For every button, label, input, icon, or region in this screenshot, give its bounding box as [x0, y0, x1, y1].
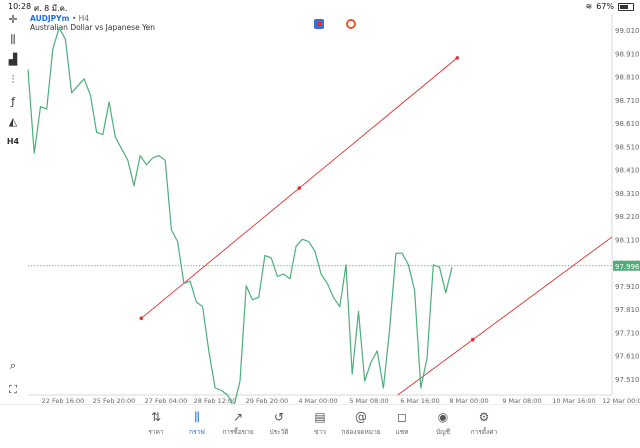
nav-chart-label: กราฟ — [189, 428, 205, 436]
time-tick-label: 25 Feb 20:00 — [93, 397, 136, 404]
price-tick-label: 98.610 — [615, 120, 640, 128]
function-icon[interactable]: ƒ — [4, 94, 22, 110]
price-tick-label: 97.610 — [615, 353, 640, 361]
trendline-2-anchor — [470, 337, 475, 342]
nav-trade-icon: ↗ — [232, 410, 244, 424]
time-tick-label: 6 Mar 16:00 — [400, 397, 439, 404]
trendline-1-anchor-mid — [297, 186, 302, 190]
timeframe-label[interactable]: H4 — [4, 134, 22, 150]
one-click-icon[interactable]: ⛶ — [4, 382, 22, 398]
trendline-1-anchor-start — [139, 316, 144, 321]
price-tick-label: 98.510 — [615, 143, 640, 151]
price-tick-label: 97.810 — [615, 306, 640, 314]
time-tick-label: 29 Feb 20:00 — [246, 397, 289, 404]
nav-trade[interactable]: ↗ การซื้อขาย — [218, 409, 258, 437]
price-tick-label: 97.510 — [615, 376, 640, 384]
nav-mailbox-icon: @ — [355, 410, 367, 424]
nav-settings[interactable]: ⚙ การตั้งค่า — [464, 409, 504, 437]
trendline-2 — [397, 236, 612, 395]
magnifier-icon[interactable]: ⌕ — [4, 358, 22, 374]
nav-quotes[interactable]: ⇅ ราคา — [136, 409, 176, 437]
left-toolbar: ✛ ⫼ ▟ ⫶ ƒ ◭ H4 ⌕ ⛶ — [0, 12, 26, 404]
nav-chart-icon: ⫼ — [194, 410, 200, 424]
crosshair-icon[interactable]: ✛ — [4, 12, 22, 28]
time-tick-label: 4 Mar 00:00 — [298, 397, 337, 404]
price-tick-label: 97.910 — [615, 283, 640, 291]
nav-chat-label: แชท — [395, 428, 409, 436]
nav-chat-icon: ◻ — [397, 410, 407, 424]
price-tick-label: 98.410 — [615, 167, 640, 175]
price-tick-label: 98.910 — [615, 50, 640, 58]
nav-mailbox[interactable]: @ กล่องจดหมาย — [341, 409, 381, 437]
nav-news[interactable]: ▤ ข่าว — [300, 409, 340, 437]
price-tick-label: 98.310 — [615, 190, 640, 198]
time-tick-label: 27 Feb 04:00 — [145, 397, 188, 404]
bottom-nav: ⇅ ราคา ⫼ กราฟ ↗ การซื้อขาย ↺ ประวัติ ▤ ข่าว @ กล่อง… — [0, 404, 640, 448]
candles-icon[interactable]: ⫼ — [4, 32, 22, 48]
price-tick-label: 98.810 — [615, 74, 640, 82]
current-price-label: 97.996 — [615, 263, 640, 271]
nav-quotes-label: ราคา — [148, 428, 164, 436]
volume-icon[interactable]: ▟ — [4, 52, 22, 68]
trendline-1-anchor-end — [455, 56, 460, 60]
nav-quotes-icon: ⇅ — [150, 410, 162, 424]
price-tick-label: 98.210 — [615, 213, 640, 221]
shapes-icon[interactable]: ◭ — [4, 114, 22, 130]
price-tick-label: 99.010 — [615, 27, 640, 35]
nav-news-label: ข่าว — [314, 428, 326, 436]
indicators-icon[interactable]: ⫶ — [4, 72, 22, 88]
nav-accounts[interactable]: ◉ บัญชี — [423, 409, 463, 437]
price-series-line — [27, 27, 453, 404]
nav-accounts-label: บัญชี — [435, 428, 451, 436]
time-tick-label: 10 Mar 16:00 — [552, 397, 595, 404]
nav-history-label: ประวัติ — [269, 428, 289, 436]
nav-settings-icon: ⚙ — [478, 410, 490, 424]
price-chart[interactable]: 99.010 98.910 98.810 98.710 98.610 98.510 98.4… — [0, 0, 640, 404]
nav-chat[interactable]: ◻ แชท — [382, 409, 422, 437]
price-tick-label: 98.110 — [615, 236, 640, 244]
nav-trade-label: การซื้อขาย — [222, 428, 254, 436]
nav-settings-label: การตั้งค่า — [470, 428, 498, 436]
time-tick-label: 5 Mar 08:00 — [349, 397, 388, 404]
price-tick-label: 98.710 — [615, 97, 640, 105]
nav-history[interactable]: ↺ ประวัติ — [259, 409, 299, 437]
price-tick-label: 97.710 — [615, 329, 640, 337]
time-tick-label: 8 Mar 00:00 — [449, 397, 488, 404]
time-tick-label: 12 Mar 00:00 — [602, 397, 640, 404]
nav-accounts-icon: ◉ — [437, 410, 449, 424]
nav-mailbox-label: กล่องจดหมาย — [341, 428, 381, 436]
time-tick-label: 22 Feb 16:00 — [42, 397, 85, 404]
nav-history-icon: ↺ — [273, 410, 285, 424]
nav-chart[interactable]: ⫼ กราฟ — [177, 409, 217, 437]
time-tick-label: 9 Mar 08:00 — [502, 397, 541, 404]
nav-news-icon: ▤ — [314, 410, 326, 424]
